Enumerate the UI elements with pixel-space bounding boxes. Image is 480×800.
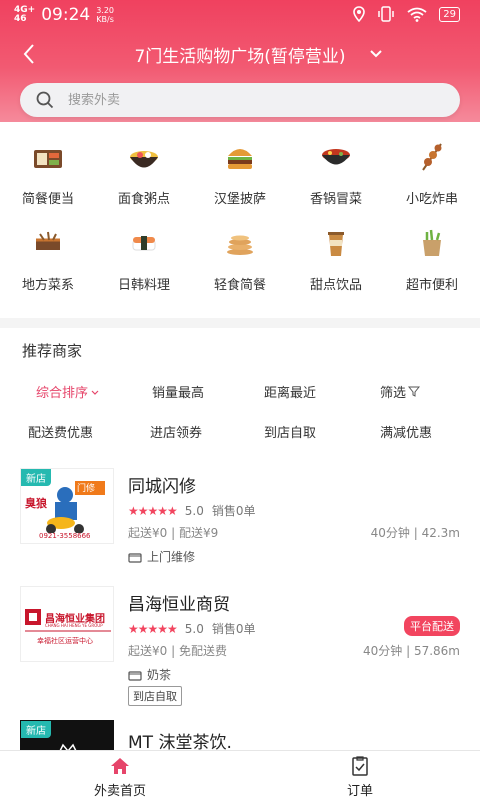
sales-count: 销售0单 [211, 622, 256, 636]
wifi-icon [407, 7, 427, 22]
regional-dish-icon [36, 231, 60, 250]
category-item[interactable]: 汉堡披萨 [192, 140, 288, 207]
shop-logo: 新店 门修 臭狼 0921-3558666 [20, 468, 114, 544]
bottom-tab-bar: 外卖首页 订单 [0, 750, 480, 800]
status-time: 09:24 [41, 5, 91, 25]
category-item[interactable]: 轻食简餐 [192, 226, 288, 293]
filter-full-reduction[interactable]: 满减优惠 [374, 422, 438, 446]
filter-pickup[interactable]: 到店自取 [258, 422, 322, 446]
delivery-time: 40分钟 [363, 644, 403, 658]
search-icon [36, 91, 54, 109]
sort-option-sales[interactable]: 销量最高 [152, 382, 204, 401]
platform-delivery-badge: 平台配送 [404, 616, 460, 636]
pancake-icon [227, 235, 253, 255]
delivery-fee: 免配送费 [178, 644, 227, 658]
grocery-bag-icon [423, 229, 441, 256]
tab-orders[interactable]: 订单 [300, 755, 420, 799]
skewer-icon [422, 143, 442, 171]
shop-meta: 起送¥0 | 配送¥9 40分钟 | 42.3m [128, 526, 460, 540]
vibrate-icon [378, 6, 395, 22]
shop-category: 奶茶 [128, 666, 171, 683]
shop-rating: ★★★★★ 5.0 销售0单 [128, 502, 256, 519]
rating-value: 5.0 [184, 503, 204, 518]
min-order: 起送¥0 [128, 644, 168, 658]
tab-home[interactable]: 外卖首页 [60, 755, 180, 799]
filter-bar: 配送费优惠 进店领券 到店自取 满减优惠 [0, 418, 480, 454]
delivery-time: 40分钟 [370, 526, 410, 540]
sort-bar: 综合排序 销量最高 距离最近 筛选 [0, 374, 480, 410]
min-order: 起送¥0 [128, 526, 168, 540]
store-icon [128, 552, 142, 563]
shop-meta: 起送¥0 | 免配送费 40分钟 | 57.86m [128, 644, 460, 658]
filter-icon [407, 386, 421, 397]
search-bar[interactable] [20, 83, 460, 117]
chevron-down-icon[interactable] [368, 46, 384, 62]
sort-option-default[interactable]: 综合排序 [36, 382, 100, 401]
category-item[interactable]: 小吃炸串 [384, 140, 480, 207]
filter-store-coupon[interactable]: 进店领券 [144, 422, 208, 446]
shop-name: 同城闪修 [128, 477, 196, 497]
shop-rating: ★★★★★ 5.0 销售0单 [128, 620, 256, 637]
filter-delivery-discount[interactable]: 配送费优惠 [22, 422, 99, 446]
category-item[interactable]: 甜点饮品 [288, 226, 384, 293]
category-item[interactable]: 日韩料理 [96, 226, 192, 293]
shop-card[interactable]: 新店 门修 臭狼 0921-3558666 同城闪修 ★★★★★ 5.0 销售0… [0, 462, 480, 572]
chevron-down-icon [91, 390, 99, 395]
logo-phone-text: 0921-3558666 [39, 532, 91, 540]
category-item[interactable]: 地方菜系 [0, 226, 96, 293]
recommended-section: 推荐商家 综合排序 销量最高 距离最近 筛选 配送费优惠 进店领券 到店自取 满… [0, 328, 480, 800]
sushi-icon [132, 236, 156, 251]
sales-count: 销售0单 [211, 504, 256, 518]
hot-pot-icon [322, 149, 350, 165]
sort-option-distance[interactable]: 距离最近 [264, 382, 316, 401]
noodle-bowl-icon [130, 151, 158, 168]
network-speed: 3.20 KB/s [96, 6, 115, 24]
nav-bar: 7门生活购物广场(暂停营业) [0, 34, 480, 74]
battery-icon: 29 [439, 6, 460, 22]
star-rating-icon: ★★★★★ [128, 621, 178, 636]
bento-box-icon [34, 150, 62, 168]
new-store-tag: 新店 [21, 721, 51, 738]
new-store-tag: 新店 [21, 469, 51, 486]
shop-card[interactable]: 昌海恒业集团 CHANG HAI HENG YE GROUP 幸福社区运营中心 … [0, 580, 480, 710]
logo-sign-text: 门修 [77, 484, 96, 494]
shop-name: 昌海恒业商贸 [128, 595, 230, 615]
star-rating-icon: ★★★★★ [128, 503, 178, 518]
logo-en-text: CHANG HAI HENG YE GROUP [45, 623, 103, 628]
order-icon [352, 756, 368, 776]
logo-brand-text: 臭狼 [25, 497, 47, 510]
pickup-tag: 到店自取 [128, 686, 182, 706]
home-icon [111, 758, 129, 774]
page-title[interactable]: 7门生活购物广场(暂停营业) [0, 42, 480, 67]
category-item[interactable]: 超市便利 [384, 226, 480, 293]
status-bar: 4G+ 46 09:24 3.20 KB/s 29 [0, 0, 480, 30]
category-item[interactable]: 香锅冒菜 [288, 140, 384, 207]
distance: 42.3m [421, 526, 460, 540]
search-input[interactable] [68, 83, 448, 117]
location-icon [353, 6, 366, 22]
category-grid: 简餐便当 面食粥点 汉堡披萨 香锅冒菜 小吃炸串 地方菜系 日韩料理 轻食简餐 … [0, 122, 480, 318]
store-icon [128, 670, 142, 681]
burger-icon [228, 149, 252, 169]
shop-logo: 昌海恒业集团 CHANG HAI HENG YE GROUP 幸福社区运营中心 [20, 586, 114, 662]
network-indicator: 4G+ 46 [14, 5, 36, 24]
sort-option-filter[interactable]: 筛选 [380, 382, 421, 401]
shop-category: 上门维修 [128, 548, 195, 565]
category-item[interactable]: 面食粥点 [96, 140, 192, 207]
category-item[interactable]: 简餐便当 [0, 140, 96, 207]
distance: 57.86m [413, 644, 460, 658]
logo-sub-text: 幸福社区运营中心 [37, 637, 93, 645]
drink-cup-icon [328, 232, 344, 256]
section-title: 推荐商家 [22, 342, 83, 360]
rating-value: 5.0 [184, 621, 204, 636]
delivery-fee: 配送¥9 [178, 526, 219, 540]
